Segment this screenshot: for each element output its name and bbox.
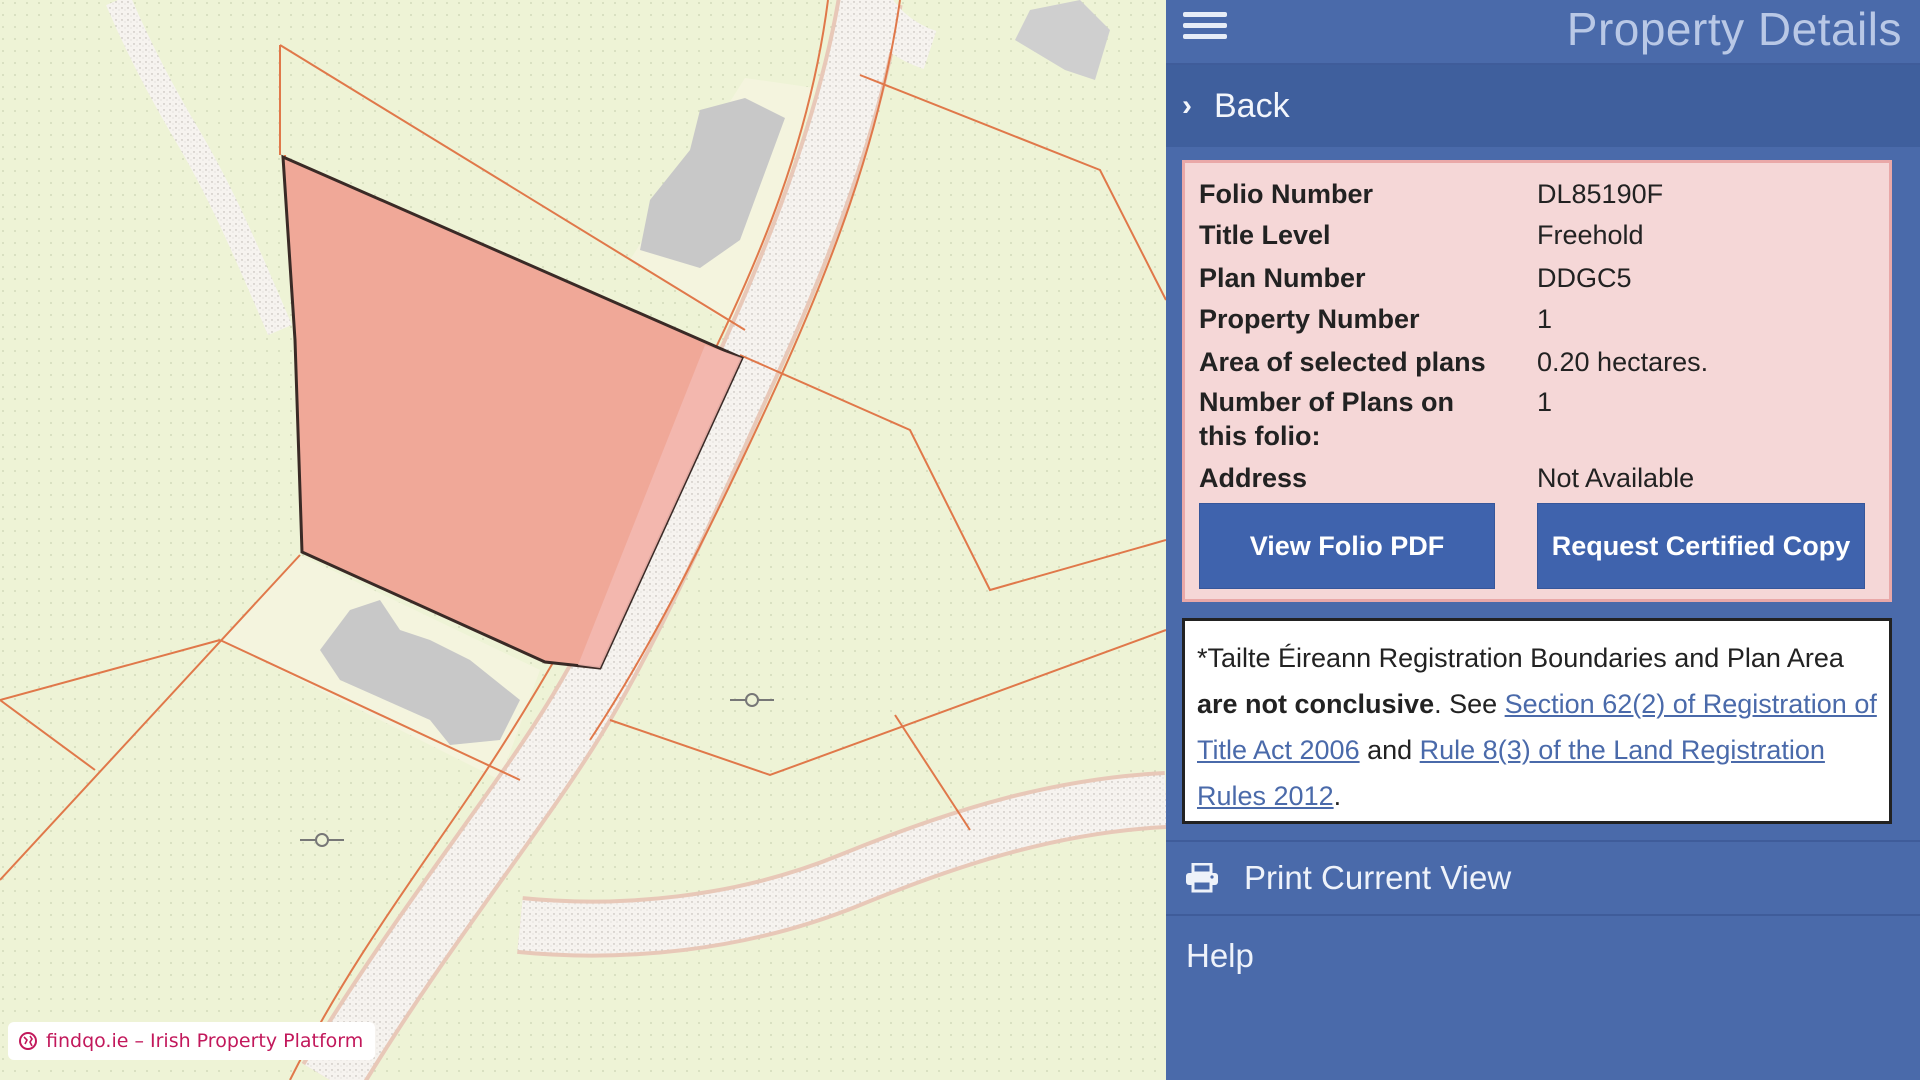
detail-value: Freehold — [1537, 220, 1644, 250]
folio-details-box: Folio Number DL85190F Title Level Freeho… — [1182, 160, 1892, 602]
request-certified-copy-button[interactable]: Request Certified Copy — [1537, 503, 1865, 589]
detail-row-number-of-plans: Number of Plans on this folio: 1 — [1199, 385, 1879, 453]
map-view[interactable]: findqo.ie – Irish Property Platform — [0, 0, 1166, 1080]
back-button[interactable]: › Back — [1166, 65, 1920, 147]
panel-header: Property Details — [1166, 0, 1920, 65]
chevron-right-icon: › — [1182, 89, 1192, 122]
detail-value: 1 — [1537, 387, 1553, 417]
detail-row-area: Area of selected plans 0.20 hectares. — [1199, 345, 1879, 379]
print-current-view-button[interactable]: Print Current View — [1166, 840, 1920, 916]
detail-row-title-level: Title Level Freehold — [1199, 218, 1879, 252]
detail-label: Area of selected plans — [1199, 347, 1486, 377]
detail-row-plan-number: Plan Number DDGC5 — [1199, 261, 1879, 295]
detail-row-property-number: Property Number 1 — [1199, 302, 1879, 336]
view-folio-pdf-button[interactable]: View Folio PDF — [1199, 503, 1495, 589]
detail-label: Plan Number — [1199, 263, 1366, 293]
detail-row-folio-number: Folio Number DL85190F — [1199, 177, 1879, 211]
detail-label: Address — [1199, 463, 1308, 493]
notice-text: *Tailte Éireann Registration Boundaries … — [1197, 643, 1844, 673]
detail-label: Title Level — [1199, 220, 1331, 250]
detail-label: Property Number — [1199, 304, 1420, 334]
print-label: Print Current View — [1244, 859, 1512, 896]
globe-icon — [19, 1032, 37, 1050]
disclaimer-notice: *Tailte Éireann Registration Boundaries … — [1182, 618, 1892, 824]
detail-value: 1 — [1537, 304, 1553, 334]
watermark-text: findqo.ie – Irish Property Platform — [46, 1030, 364, 1052]
printer-icon — [1186, 863, 1218, 893]
property-details-panel: Property Details › Back Folio Number DL8… — [1166, 0, 1920, 1080]
detail-row-address: Address Not Available — [1199, 461, 1879, 495]
detail-value: DL85190F — [1537, 179, 1664, 209]
panel-title: Property Details — [1566, 3, 1902, 55]
detail-value: 0.20 hectares. — [1537, 347, 1709, 377]
notice-text: . See — [1434, 689, 1505, 719]
notice-text: . — [1333, 781, 1342, 811]
detail-label: Number of Plans on this folio: — [1199, 387, 1455, 451]
detail-value: DDGC5 — [1537, 263, 1632, 293]
watermark-badge: findqo.ie – Irish Property Platform — [8, 1022, 376, 1060]
notice-bold-text: are not conclusive — [1197, 689, 1435, 719]
map-canvas[interactable] — [0, 0, 1166, 1080]
help-label: Help — [1186, 937, 1254, 974]
hamburger-menu-icon[interactable] — [1183, 6, 1227, 50]
help-button[interactable]: Help — [1166, 918, 1920, 994]
detail-label: Folio Number — [1199, 179, 1373, 209]
notice-text: and — [1359, 735, 1420, 765]
back-label: Back — [1214, 86, 1290, 125]
detail-value: Not Available — [1537, 463, 1695, 493]
